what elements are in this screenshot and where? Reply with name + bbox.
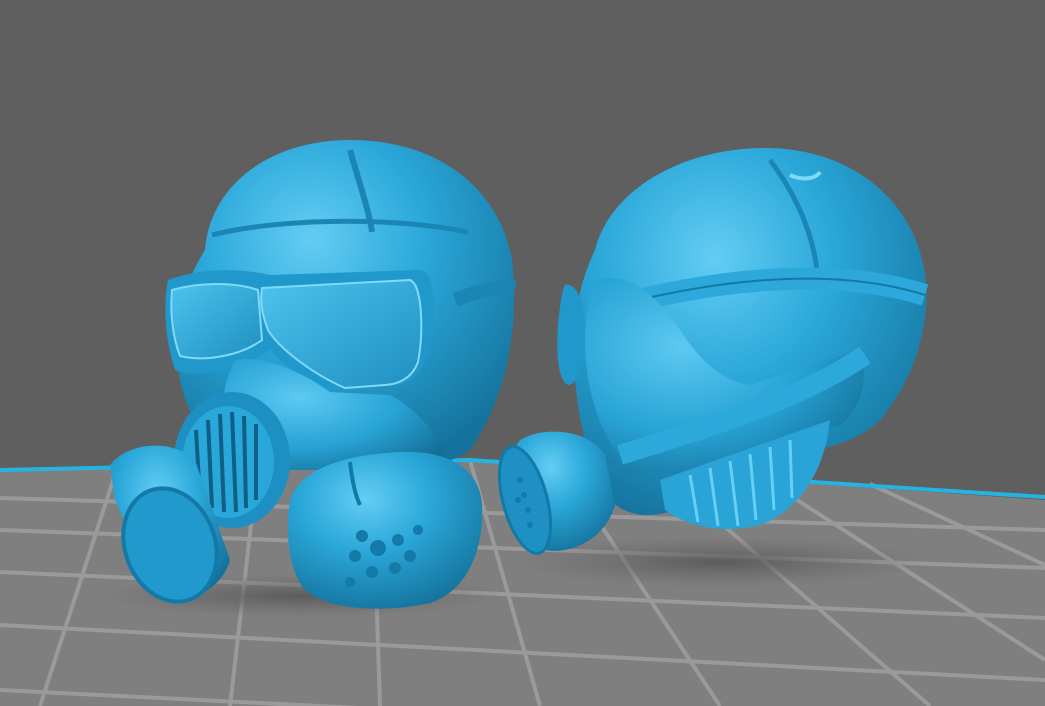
mask-canister-right (287, 451, 483, 609)
goggles-lens-left (170, 283, 264, 360)
3d-viewport[interactable] (0, 0, 1045, 706)
viewport-canvas[interactable] (0, 0, 1045, 706)
